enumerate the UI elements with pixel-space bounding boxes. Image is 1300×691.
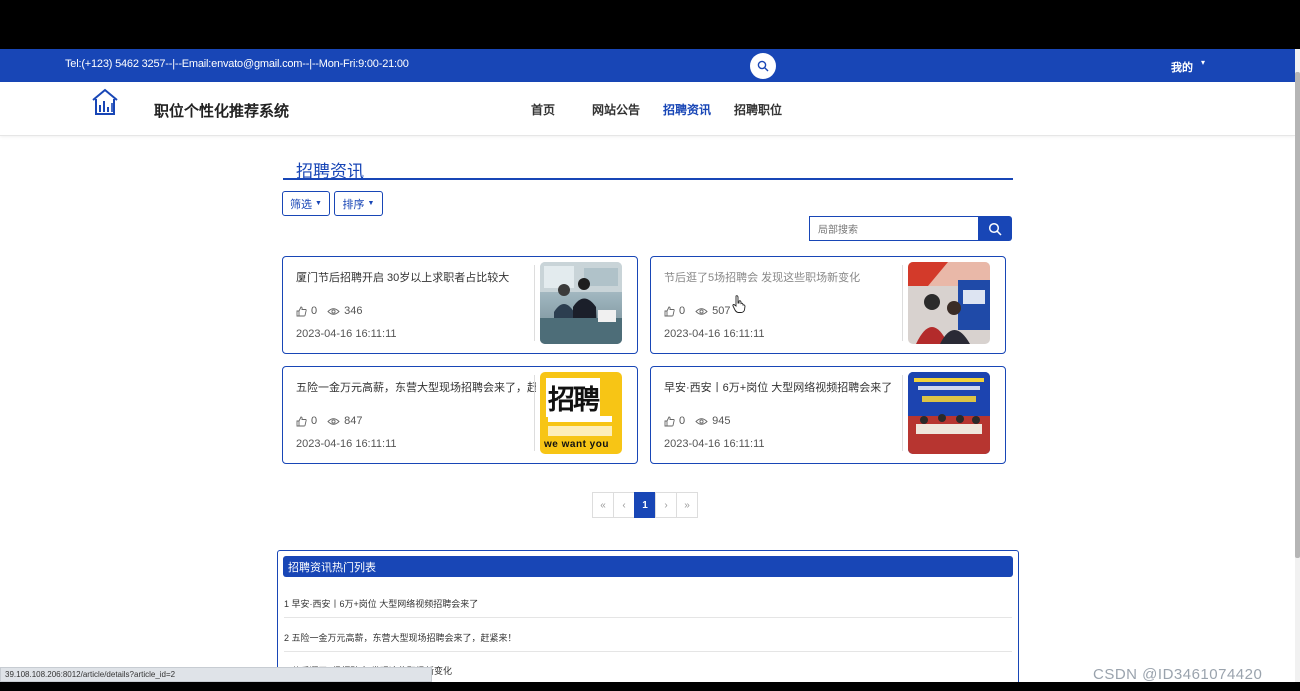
local-search-button[interactable] (978, 216, 1012, 241)
hand-cursor-icon (732, 295, 746, 313)
thumbs-up-icon[interactable] (296, 416, 307, 427)
title-divider (283, 178, 1013, 180)
card-divider (902, 375, 903, 451)
view-count: 346 (344, 305, 363, 317)
hot-news-item[interactable]: 1 早安·西安丨6万+岗位 大型网络视频招聘会来了 (284, 597, 1012, 618)
top-info-bar: Tel:(+123) 5462 3257--|--Email:envato@gm… (0, 49, 1295, 82)
page-prev-button[interactable]: ‹ (613, 492, 635, 518)
news-card[interactable]: 五险一金万元高薪，东营大型现场招聘会来了，赶紧来！ 0 847 2023-04-… (282, 366, 638, 464)
contact-info: Tel:(+123) 5462 3257--|--Email:envato@gm… (65, 58, 409, 70)
news-date: 2023-04-16 16:11:11 (296, 438, 397, 450)
like-count: 0 (679, 305, 686, 317)
screen-top-border (0, 0, 1300, 49)
site-title: 职位个性化推荐系统 (154, 103, 290, 120)
news-stats: 0 945 (664, 415, 730, 427)
card-divider (534, 265, 535, 341)
hot-news-title: 招聘资讯热门列表 (283, 556, 1013, 577)
local-search-input[interactable]: 局部搜索 (809, 216, 979, 241)
news-title[interactable]: 五险一金万元高薪，东营大型现场招聘会来了，赶紧来！ (296, 379, 536, 395)
main-navbar: 职位个性化推荐系统 首页 网站公告 招聘资讯 招聘职位 (0, 82, 1295, 136)
global-search-button[interactable] (750, 53, 776, 79)
search-icon (988, 222, 1002, 236)
thumbnail-heading: 招聘 (546, 378, 600, 417)
page-last-button[interactable]: » (676, 492, 698, 518)
eye-icon (327, 307, 340, 315)
page-first-button[interactable]: « (592, 492, 614, 518)
news-card[interactable]: 早安·西安丨6万+岗位 大型网络视频招聘会来了 0 945 2023-04-16… (650, 366, 1006, 464)
view-count: 847 (344, 415, 363, 427)
news-date: 2023-04-16 16:11:11 (664, 328, 765, 340)
news-thumbnail[interactable] (908, 262, 990, 344)
hot-news-item[interactable]: 2 五险一金万元高薪，东营大型现场招聘会来了，赶紧来！ (284, 631, 1012, 652)
thumbnail-banner (548, 426, 612, 436)
news-title[interactable]: 厦门节后招聘开启 30岁以上求职者占比较大 (296, 269, 536, 285)
thumbs-up-icon[interactable] (296, 306, 307, 317)
nav-item-home[interactable]: 首页 (531, 101, 555, 118)
browser-viewport: Tel:(+123) 5462 3257--|--Email:envato@gm… (0, 49, 1300, 682)
card-divider (902, 265, 903, 341)
news-thumbnail[interactable] (540, 262, 622, 344)
screen-bottom-border (0, 682, 1300, 691)
like-count: 0 (311, 305, 318, 317)
logo-icon[interactable] (90, 87, 120, 117)
news-thumbnail[interactable] (908, 372, 990, 454)
hot-news-panel: 招聘资讯热门列表 1 早安·西安丨6万+岗位 大型网络视频招聘会来了 2 五险一… (277, 550, 1019, 682)
news-stats: 0 507 (664, 305, 730, 317)
sort-dropdown-button[interactable]: 排序 ▼ (334, 191, 383, 216)
eye-icon (327, 417, 340, 425)
scrollbar-thumb[interactable] (1295, 72, 1300, 558)
news-date: 2023-04-16 16:11:11 (296, 328, 397, 340)
news-stats: 0 847 (296, 415, 362, 427)
thumbs-up-icon[interactable] (664, 416, 675, 427)
like-count: 0 (679, 415, 686, 427)
view-count: 945 (712, 415, 731, 427)
sort-label: 排序 (342, 198, 365, 211)
filter-label: 筛选 (290, 198, 313, 211)
link-status-url: 39.108.108.206:8012/article/details?arti… (0, 667, 432, 682)
thumbs-up-icon[interactable] (664, 306, 675, 317)
watermark: CSDN @ID3461074420 (1093, 666, 1263, 682)
news-thumbnail[interactable]: 招聘 we want you (540, 372, 622, 454)
nav-item-jobs[interactable]: 招聘职位 (734, 101, 782, 118)
nav-item-announcements[interactable]: 网站公告 (592, 101, 640, 118)
nav-item-recruit-news[interactable]: 招聘资讯 (663, 101, 711, 118)
thumbnail-slogan: we want you (544, 439, 609, 450)
news-stats: 0 346 (296, 305, 362, 317)
thumbnail-banner (548, 416, 612, 422)
filter-dropdown-button[interactable]: 筛选 ▼ (282, 191, 330, 216)
news-card[interactable]: 厦门节后招聘开启 30岁以上求职者占比较大 0 346 2023-04-16 1… (282, 256, 638, 354)
user-menu[interactable]: 我的 (1171, 59, 1193, 75)
caret-down-icon: ▼ (367, 200, 375, 207)
caret-down-icon: ▼ (315, 200, 322, 207)
news-date: 2023-04-16 16:11:11 (664, 438, 765, 450)
view-count: 507 (712, 305, 731, 317)
news-card[interactable]: 节后逛了5场招聘会 发现这些职场新变化 0 507 2023-04-16 16:… (650, 256, 1006, 354)
eye-icon (695, 417, 708, 425)
page-next-button[interactable]: › (655, 492, 677, 518)
eye-icon (695, 307, 708, 315)
card-divider (534, 375, 535, 451)
like-count: 0 (311, 415, 318, 427)
chevron-down-icon[interactable]: ▾ (1201, 58, 1205, 67)
news-title[interactable]: 早安·西安丨6万+岗位 大型网络视频招聘会来了 (664, 379, 904, 395)
search-icon (757, 60, 769, 72)
page-current-button[interactable]: 1 (634, 492, 656, 518)
pagination: « ‹ 1 › » (592, 492, 698, 518)
news-title[interactable]: 节后逛了5场招聘会 发现这些职场新变化 (664, 269, 904, 285)
